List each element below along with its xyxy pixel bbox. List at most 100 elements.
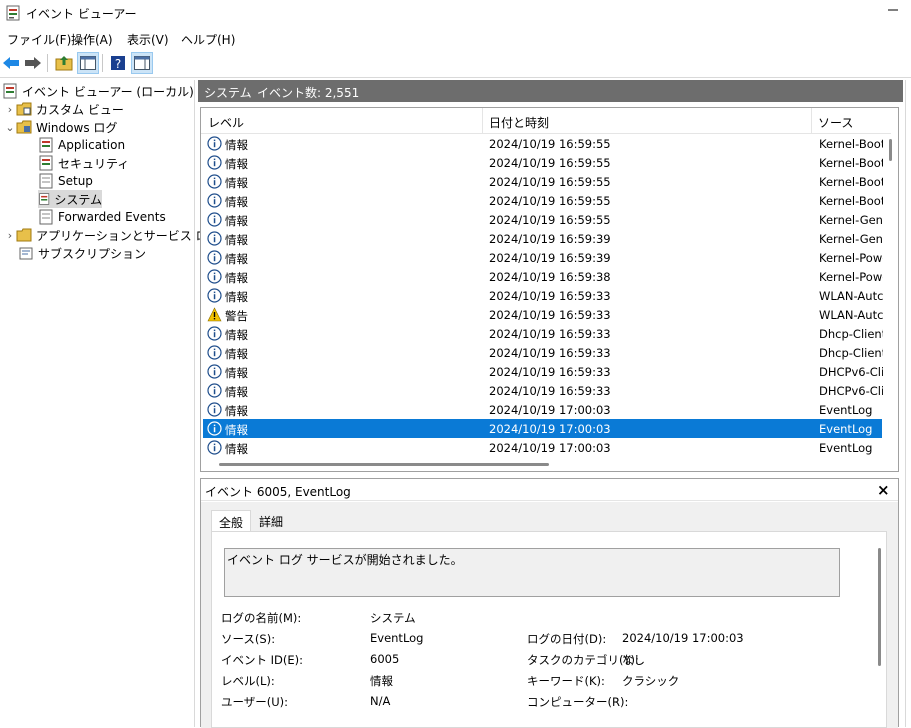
show-hide-tree-button[interactable] [77,52,99,74]
help-button[interactable]: ? [107,52,129,74]
menu-view[interactable]: 表示(V) [127,31,169,48]
row-source: WLAN-Autc [819,308,883,322]
chevron-right-icon[interactable]: › [4,103,16,116]
field-label-user: ユーザー(U): [221,695,289,709]
tab-details[interactable]: 詳細 [252,510,290,532]
horizontal-scrollbar[interactable] [219,463,549,466]
tree-root-label: イベント ビューアー (ローカル) [22,84,194,99]
table-row[interactable]: 情報 2024/10/19 17:00:03 EventLog [203,400,882,419]
table-row[interactable]: 情報 2024/10/19 16:59:33 WLAN-Autc [203,286,883,305]
info-icon [207,364,222,379]
event-message-box[interactable]: イベント ログ サービスが開始されました。 [224,548,840,597]
column-header-source[interactable]: ソース [818,114,853,131]
row-level: 情報 [225,195,248,209]
table-row[interactable]: 情報 2024/10/19 16:59:33 DHCPv6-Clie [203,362,883,381]
tree-root[interactable]: イベント ビューアー (ローカル) [2,82,194,100]
table-row[interactable]: 情報 2024/10/19 16:59:55 Kernel-Boot [203,172,883,191]
log-icon [39,173,53,189]
table-row[interactable]: 情報 2024/10/19 16:59:55 Kernel-Boot [203,191,883,210]
log-icon [39,193,50,205]
column-divider[interactable] [811,108,812,133]
tree-item-security[interactable]: セキュリティ [38,154,129,172]
log-icon [39,155,53,171]
tree-item-forwarded-events[interactable]: Forwarded Events [38,208,166,226]
row-level: 情報 [225,233,248,247]
table-row[interactable]: 情報 2024/10/19 16:59:39 Kernel-Powe [203,248,883,267]
row-datetime: 2024/10/19 16:59:55 [489,156,611,170]
row-level: 情報 [225,290,248,304]
menu-file[interactable]: ファイル(F) [7,31,71,48]
arrow-right-icon [25,57,41,69]
row-level: 情報 [225,328,248,342]
event-detail-pane: イベント 6005, EventLog × 全般 詳細 イベント ログ サービス… [200,478,899,728]
row-datetime: 2024/10/19 16:59:39 [489,251,611,265]
tree-item-application[interactable]: Application [38,136,125,154]
tree-item-setup[interactable]: Setup [38,172,93,190]
info-icon [207,174,222,189]
tree-item-app-service-logs[interactable]: › アプリケーションとサービス ログ [4,226,220,244]
detail-title: イベント 6005, EventLog [205,485,351,499]
row-datetime: 2024/10/19 17:00:03 [489,403,611,417]
tree-item-label: Windows ログ [36,120,118,135]
info-icon [207,440,222,455]
row-datetime: 2024/10/19 16:59:33 [489,308,611,322]
row-datetime: 2024/10/19 16:59:33 [489,365,611,379]
minimize-button[interactable] [884,3,902,21]
tree-item-custom-views[interactable]: › カスタム ビュー [4,100,124,118]
action-pane-icon [134,56,150,70]
menu-help[interactable]: ヘルプ(H) [181,31,235,48]
vertical-scrollbar[interactable] [889,139,892,161]
row-source: Kernel-Powe [819,270,883,284]
table-row[interactable]: 情報 2024/10/19 16:59:55 Kernel-Boot [203,153,883,172]
log-icon [39,209,53,225]
detail-scrollbar[interactable] [878,548,881,666]
column-header-level[interactable]: レベル [208,114,244,131]
table-row[interactable]: 情報 2024/10/19 16:59:55 Kernel-Boot [203,134,883,153]
row-datetime: 2024/10/19 17:00:03 [489,422,611,436]
show-hide-action-pane-button[interactable] [131,52,153,74]
field-label-logged: ログの日付(D): [527,632,607,646]
toolbar: ? [0,50,911,78]
log-header-bar: システム イベント数: 2,551 [198,80,903,102]
table-row[interactable]: 情報 2024/10/19 16:59:33 Dhcp-Client [203,343,883,362]
field-value-event-id: 6005 [370,652,400,666]
chevron-down-icon[interactable]: ⌄ [4,121,16,134]
info-icon [207,269,222,284]
row-level: 警告 [225,309,248,323]
table-row[interactable]: 情報 2024/10/19 16:59:39 Kernel-Gene [203,229,883,248]
table-row[interactable]: 情報 2024/10/19 17:00:03 EventLog [203,438,882,457]
chevron-right-icon[interactable]: › [4,229,16,242]
field-value-level: 情報 [370,674,393,688]
tree-item-label: アプリケーションとサービス ログ [36,228,220,243]
tree-item-system[interactable]: システム [38,190,102,208]
field-label-event-id: イベント ID(E): [221,653,304,667]
info-icon [207,155,222,170]
svg-text:?: ? [115,57,121,71]
table-row[interactable]: 情報 2024/10/19 16:59:33 Dhcp-Client [203,324,883,343]
row-level: 情報 [225,214,248,228]
close-icon[interactable]: × [877,481,890,499]
back-button[interactable] [0,52,22,74]
table-row[interactable]: 警告 2024/10/19 16:59:33 WLAN-Autc [203,305,883,324]
tab-general[interactable]: 全般 [211,510,252,532]
row-source: Dhcp-Client [819,346,883,360]
tree-item-windows-logs[interactable]: ⌄ Windows ログ [4,118,117,136]
column-header-datetime[interactable]: 日付と時刻 [489,114,549,131]
subscriptions-icon [19,247,33,260]
forward-button[interactable] [22,52,44,74]
field-value-log-name: システム [370,611,416,625]
table-row[interactable]: 情報 2024/10/19 16:59:38 Kernel-Powe [203,267,883,286]
table-row[interactable]: 情報 2024/10/19 16:59:33 DHCPv6-Clie [203,381,883,400]
table-row[interactable]: 情報 2024/10/19 16:59:55 Kernel-Gene [203,210,883,229]
tree-item-subscriptions[interactable]: サブスクリプション [18,244,146,262]
console-tree: イベント ビューアー (ローカル) › カスタム ビュー ⌄ Windows ロ… [0,80,220,727]
row-source: DHCPv6-Clie [819,384,883,398]
row-source: Kernel-Boot [819,175,883,189]
action-pane-edge [905,80,911,727]
row-level: 情報 [225,271,248,285]
menu-action[interactable]: 操作(A) [71,31,113,48]
table-row[interactable]: 情報 2024/10/19 17:00:03 EventLog [203,419,882,438]
row-source: EventLog [819,422,873,436]
up-folder-button[interactable] [53,52,75,74]
column-divider[interactable] [482,108,483,133]
